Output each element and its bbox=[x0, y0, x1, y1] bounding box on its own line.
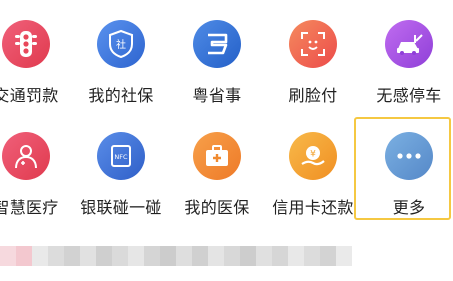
service-smart-medical[interactable]: 智慧医疗 bbox=[0, 112, 76, 222]
service-social-security[interactable]: 社 我的社保 bbox=[71, 0, 171, 110]
service-label: 我的社保 bbox=[88, 86, 154, 105]
parking-car-icon bbox=[385, 20, 433, 68]
service-label: 粤省事 bbox=[192, 86, 242, 105]
service-medical-insurance[interactable]: 我的医保 bbox=[167, 112, 267, 222]
service-label: 刷脸付 bbox=[288, 86, 338, 105]
service-label: 信用卡还款 bbox=[272, 198, 354, 217]
blurred-content-strip bbox=[0, 246, 352, 266]
yue-app-icon bbox=[193, 20, 241, 68]
service-traffic-fine[interactable]: 交通罚款 bbox=[0, 0, 76, 110]
service-credit-card-repay[interactable]: ¥ 信用卡还款 bbox=[263, 112, 363, 222]
social-security-shield-icon: 社 bbox=[97, 20, 145, 68]
service-label: 我的医保 bbox=[184, 198, 250, 217]
svg-text:社: 社 bbox=[116, 38, 126, 51]
svg-text:¥: ¥ bbox=[310, 150, 316, 160]
more-highlight-box bbox=[354, 117, 451, 220]
service-label: 交通罚款 bbox=[0, 86, 59, 105]
nfc-card-icon: NFC bbox=[97, 132, 145, 180]
face-pay-icon bbox=[289, 20, 337, 68]
service-label: 银联碰一碰 bbox=[80, 198, 162, 217]
traffic-light-icon bbox=[2, 20, 50, 68]
service-no-stop-parking[interactable]: 无感停车 bbox=[359, 0, 453, 110]
service-grid: 交通罚款 社 我的社保 粤省事 刷脸付 无感停车 智慧医疗 NFC 银联碰一碰 … bbox=[0, 0, 453, 281]
service-unionpay-tap[interactable]: NFC 银联碰一碰 bbox=[71, 112, 171, 222]
doctor-icon bbox=[2, 132, 50, 180]
credit-repay-icon: ¥ bbox=[289, 132, 337, 180]
service-label: 智慧医疗 bbox=[0, 198, 59, 217]
service-yue-sheng-shi[interactable]: 粤省事 bbox=[167, 0, 267, 110]
medical-kit-icon bbox=[193, 132, 241, 180]
svg-text:NFC: NFC bbox=[114, 153, 128, 161]
service-label: 无感停车 bbox=[376, 86, 442, 105]
service-face-pay[interactable]: 刷脸付 bbox=[263, 0, 363, 110]
